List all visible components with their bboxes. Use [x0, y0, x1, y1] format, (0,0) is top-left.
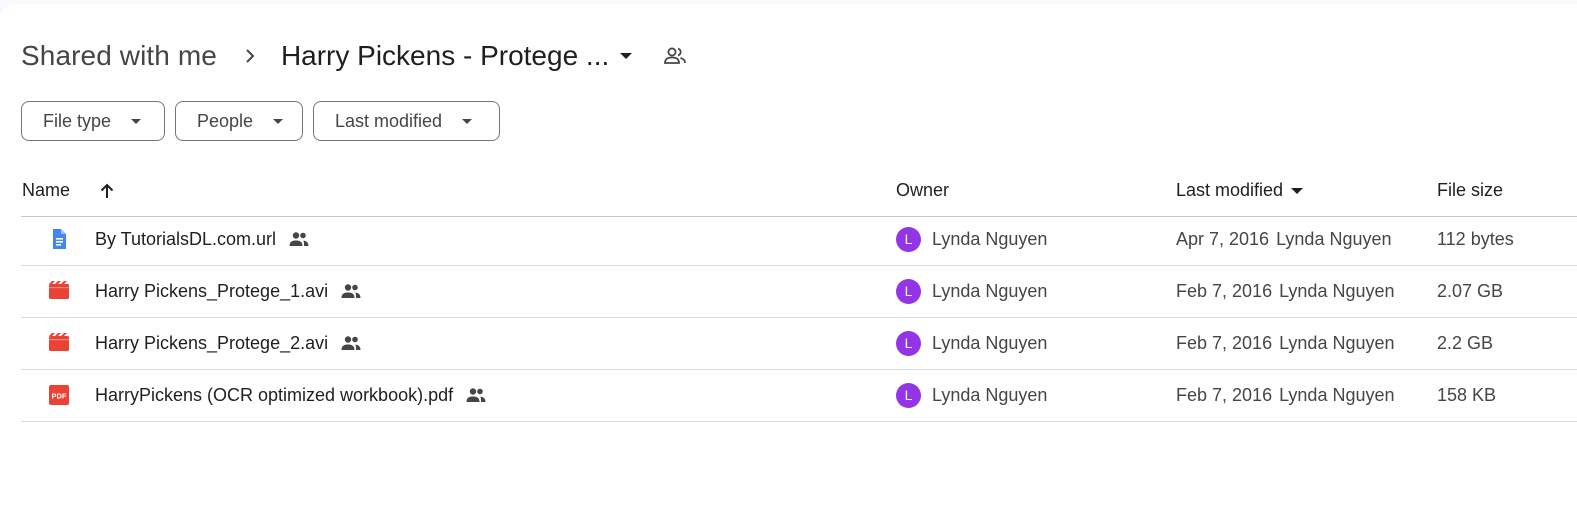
- filter-chips: File type People Last modified: [21, 101, 500, 141]
- owner-cell: L Lynda Nguyen: [896, 213, 1047, 265]
- chip-label: People: [197, 110, 254, 131]
- last-modified-column-header[interactable]: Last modified: [1176, 180, 1304, 201]
- shared-people-icon[interactable]: [663, 46, 687, 66]
- file-name-cell: By TutorialsDL.com.url: [95, 213, 310, 265]
- file-size-column-header[interactable]: File size: [1437, 180, 1503, 201]
- avatar: L: [896, 226, 921, 252]
- file-size-cell: 2.2 GB: [1437, 332, 1494, 353]
- shared-icon: [288, 231, 310, 247]
- owner-cell: L Lynda Nguyen: [896, 317, 1047, 369]
- breadcrumb-current-folder[interactable]: Harry Pickens - Protege ...: [281, 40, 633, 72]
- dropdown-arrow-icon: [619, 52, 633, 60]
- avatar: L: [896, 382, 921, 408]
- table-row[interactable]: PDF HarryPickens (OCR optimized workbook…: [21, 369, 1577, 422]
- modified-by: Lynda Nguyen: [1279, 384, 1395, 405]
- shared-icon: [340, 335, 362, 351]
- video-icon: [48, 280, 70, 302]
- avatar: L: [896, 278, 921, 304]
- file-name-cell: HarryPickens (OCR optimized workbook).pd…: [95, 369, 487, 421]
- table-row[interactable]: By TutorialsDL.com.url L Lynda Nguyen Ap…: [21, 213, 1577, 266]
- avatar: L: [896, 330, 921, 356]
- file-name-cell: Harry Pickens_Protege_2.avi: [95, 317, 362, 369]
- modified-date: Apr 7, 2016: [1176, 228, 1270, 249]
- modified-cell: Apr 7, 2016 Lynda Nguyen: [1176, 213, 1392, 265]
- owner-cell: L Lynda Nguyen: [896, 265, 1047, 317]
- last-modified-filter[interactable]: Last modified: [313, 101, 500, 141]
- people-filter[interactable]: People: [175, 101, 303, 141]
- chip-label: Last modified: [335, 110, 443, 131]
- owner-name: Lynda Nguyen: [932, 280, 1048, 301]
- owner-name: Lynda Nguyen: [932, 228, 1048, 249]
- breadcrumb: Shared with me Harry Pickens - Protege .…: [21, 34, 687, 78]
- shared-icon: [340, 283, 362, 299]
- caret-down-icon: [273, 118, 284, 124]
- pdf-label: PDF: [52, 392, 67, 401]
- owner-cell: L Lynda Nguyen: [896, 369, 1047, 421]
- modified-by: Lynda Nguyen: [1276, 228, 1392, 249]
- file-name: HarryPickens (OCR optimized workbook).pd…: [95, 384, 454, 405]
- modified-date: Feb 7, 2016: [1176, 280, 1273, 301]
- sort-descending-icon: [1291, 187, 1304, 195]
- pdf-icon: PDF: [48, 384, 70, 406]
- modified-cell: Feb 7, 2016 Lynda Nguyen: [1176, 317, 1395, 369]
- column-label: Owner: [896, 180, 950, 200]
- main-panel: Shared with me Harry Pickens - Protege .…: [0, 4, 1577, 507]
- modified-cell: Feb 7, 2016 Lynda Nguyen: [1176, 369, 1395, 421]
- column-label: Name: [22, 180, 71, 200]
- modified-date: Feb 7, 2016: [1176, 332, 1273, 353]
- modified-cell: Feb 7, 2016 Lynda Nguyen: [1176, 265, 1395, 317]
- caret-down-icon: [131, 118, 142, 124]
- chevron-right-icon: [245, 48, 255, 64]
- modified-by: Lynda Nguyen: [1279, 280, 1395, 301]
- table-row[interactable]: Harry Pickens_Protege_2.avi L Lynda Nguy…: [21, 317, 1577, 370]
- name-column-header[interactable]: Name: [22, 180, 116, 201]
- video-icon: [48, 332, 70, 354]
- file-name: Harry Pickens_Protege_1.avi: [95, 280, 329, 301]
- shared-icon: [465, 387, 487, 403]
- caret-down-icon: [462, 118, 473, 124]
- owner-name: Lynda Nguyen: [932, 332, 1048, 353]
- file-size-cell: 112 bytes: [1437, 228, 1514, 249]
- table-header: Name Owner Last modified File size: [21, 166, 1577, 217]
- file-type-filter[interactable]: File type: [21, 101, 165, 141]
- folder-title: Harry Pickens - Protege ...: [280, 40, 610, 71]
- file-name: By TutorialsDL.com.url: [95, 228, 277, 249]
- owner-name: Lynda Nguyen: [932, 384, 1048, 405]
- document-icon: [48, 228, 70, 250]
- file-size-cell: 2.07 GB: [1437, 280, 1504, 301]
- table-row[interactable]: Harry Pickens_Protege_1.avi L Lynda Nguy…: [21, 265, 1577, 318]
- column-label: File size: [1437, 180, 1504, 200]
- chip-label: File type: [43, 110, 112, 131]
- owner-column-header[interactable]: Owner: [896, 180, 949, 201]
- modified-by: Lynda Nguyen: [1279, 332, 1395, 353]
- sort-ascending-icon[interactable]: [98, 182, 116, 200]
- column-label: Last modified: [1176, 180, 1284, 200]
- modified-date: Feb 7, 2016: [1176, 384, 1273, 405]
- breadcrumb-shared-with-me[interactable]: Shared with me: [21, 40, 217, 72]
- file-name-cell: Harry Pickens_Protege_1.avi: [95, 265, 362, 317]
- file-size-cell: 158 KB: [1437, 384, 1497, 405]
- file-name: Harry Pickens_Protege_2.avi: [95, 332, 329, 353]
